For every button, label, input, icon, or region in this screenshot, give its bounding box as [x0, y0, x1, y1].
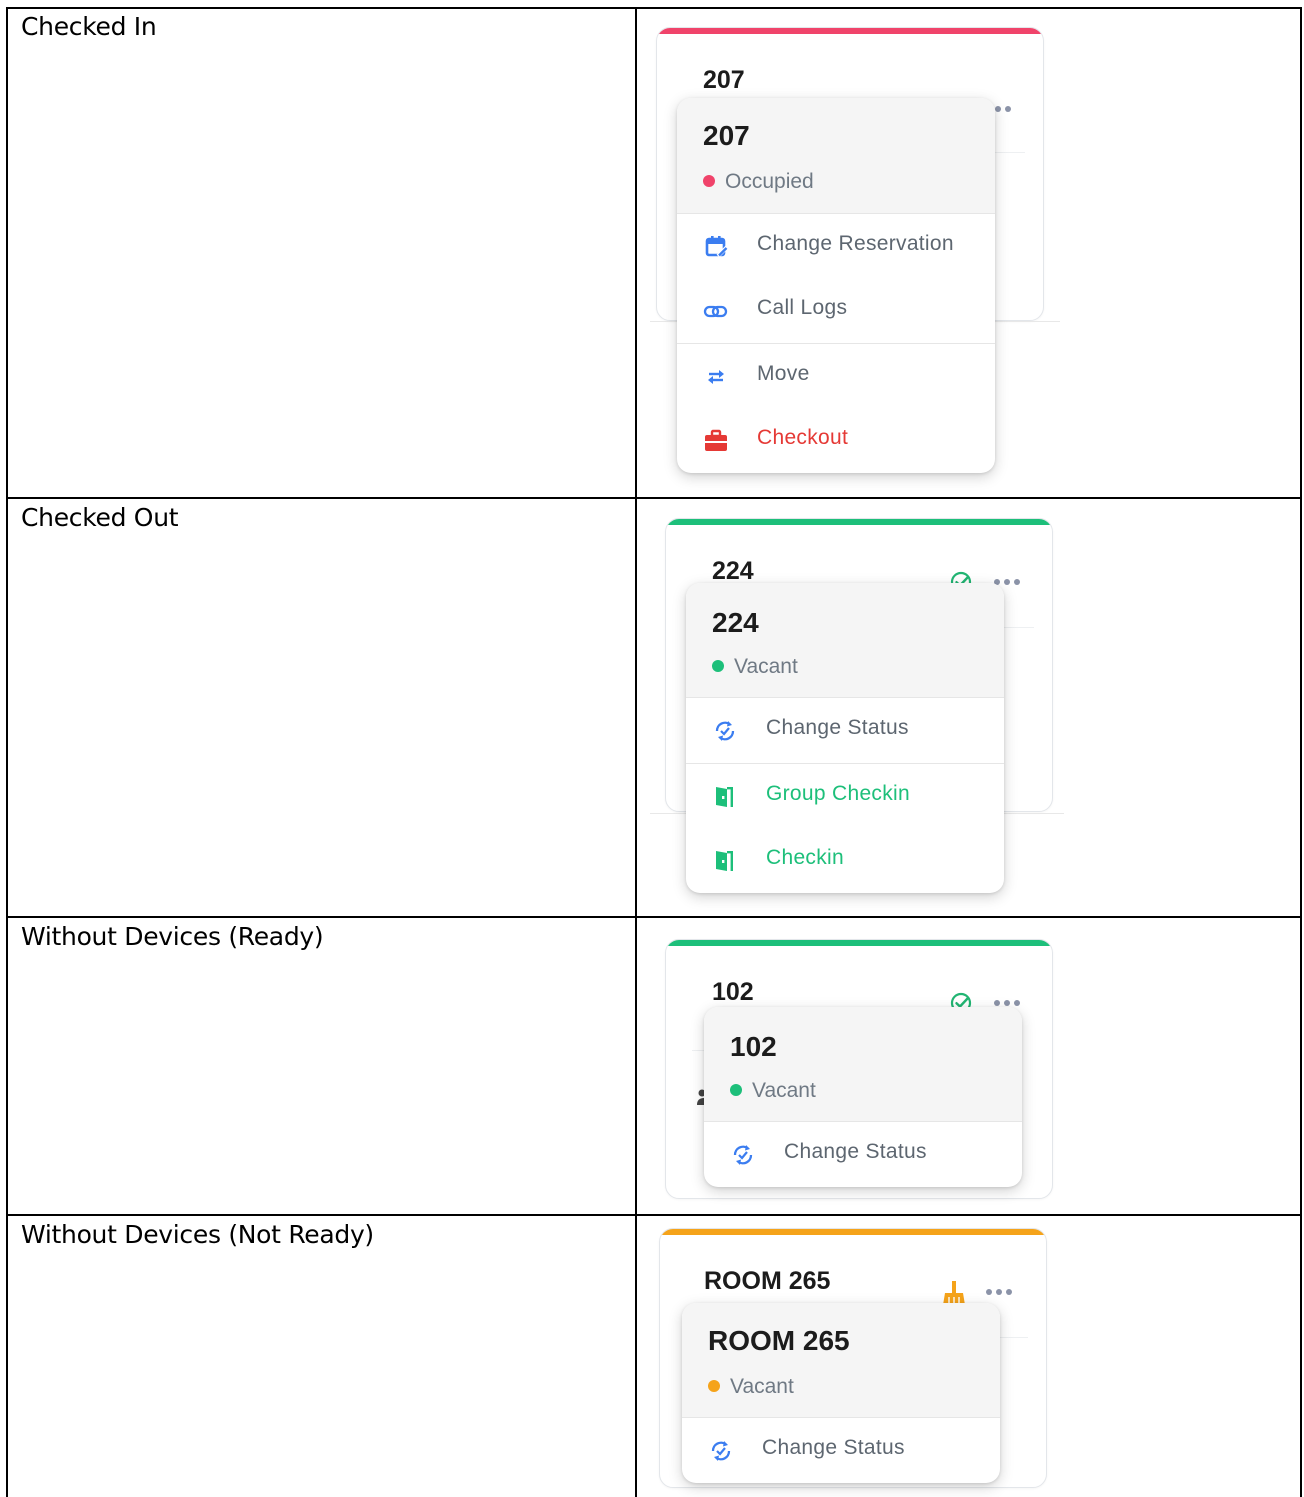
- card-accent-bar: [657, 28, 1043, 34]
- swap-arrows-icon: [708, 370, 724, 384]
- table-border-left: [6, 7, 8, 1497]
- menu-item-change-reservation[interactable]: Change Reservation: [677, 214, 995, 278]
- menu-item-group-checkin[interactable]: Group Checkin: [686, 764, 1004, 828]
- menu-header: ROOM 265 Vacant: [682, 1303, 1000, 1418]
- menu-header: 102 Vacant: [704, 1007, 1022, 1122]
- room-status: Occupied: [703, 170, 814, 194]
- menu-item-label: Change Status: [762, 1436, 905, 1459]
- menu-header: 224 Vacant: [686, 583, 1004, 698]
- screenshot-snippet: 207 207 Occupied Change Reservation Call…: [650, 9, 1060, 497]
- table-row-divider: [6, 1214, 1302, 1216]
- menu-item-call-logs[interactable]: Call Logs: [677, 278, 995, 342]
- menu-item-label: Move: [757, 362, 810, 385]
- room-status-text: Occupied: [725, 170, 814, 193]
- room-status-text: Vacant: [730, 1375, 794, 1398]
- table-column-divider: [635, 7, 637, 1497]
- room-actions-menu: ROOM 265 Vacant Change Status: [682, 1303, 1000, 1483]
- table-row-divider: [6, 916, 1302, 918]
- menu-item-label: Checkin: [766, 846, 844, 869]
- door-icon: [716, 787, 733, 807]
- card-accent-bar: [666, 940, 1052, 946]
- more-options-icon[interactable]: [984, 1287, 1016, 1297]
- room-actions-menu: 207 Occupied Change Reservation Call Log…: [677, 98, 995, 473]
- room-actions-menu: 224 Vacant Change Status Group Checkin C…: [686, 583, 1004, 893]
- card-room-number: 102: [712, 978, 754, 1006]
- link-icon: [703, 305, 728, 318]
- row-label: Checked Out: [21, 503, 179, 532]
- row-label: Without Devices (Ready): [21, 922, 324, 951]
- refresh-check-icon: [711, 1441, 731, 1461]
- row-label: Without Devices (Not Ready): [21, 1220, 374, 1249]
- refresh-check-icon: [715, 721, 735, 741]
- menu-item-label: Change Status: [784, 1140, 927, 1163]
- card-room-number: 224: [712, 557, 754, 585]
- card-room-number: ROOM 265: [704, 1267, 831, 1295]
- menu-item-label: Change Status: [766, 716, 909, 739]
- screenshot-snippet: 224 224 Vacant Change Status Group Check…: [650, 500, 1064, 916]
- menu-item-change-status[interactable]: Change Status: [704, 1122, 1022, 1186]
- menu-item-label: Change Reservation: [757, 232, 954, 255]
- door-icon: [716, 851, 733, 871]
- room-status-text: Vacant: [734, 655, 798, 678]
- menu-room-number: 224: [712, 607, 759, 638]
- card-accent-bar: [660, 1229, 1046, 1235]
- refresh-check-icon: [733, 1145, 753, 1165]
- menu-item-checkout[interactable]: Checkout: [677, 408, 995, 472]
- room-status: Vacant: [730, 1079, 816, 1103]
- status-dot: [703, 175, 715, 187]
- room-status: Vacant: [708, 1375, 794, 1399]
- menu-room-number: ROOM 265: [708, 1325, 850, 1356]
- room-actions-menu: 102 Vacant Change Status: [704, 1007, 1022, 1187]
- menu-item-change-status[interactable]: Change Status: [686, 698, 1004, 762]
- menu-item-label: Checkout: [757, 426, 849, 449]
- menu-header: 207 Occupied: [677, 98, 995, 214]
- card-room-number: 207: [703, 66, 745, 94]
- status-dot: [730, 1084, 742, 1096]
- table-border-right: [1300, 7, 1302, 1497]
- room-status-text: Vacant: [752, 1079, 816, 1102]
- menu-item-move[interactable]: Move: [677, 344, 995, 408]
- menu-item-change-status[interactable]: Change Status: [682, 1418, 1000, 1482]
- screenshot-snippet: ROOM 265 ROOM 265 Vacant Change Status: [650, 1217, 1060, 1497]
- room-status: Vacant: [712, 655, 798, 679]
- menu-room-number: 207: [703, 120, 750, 151]
- briefcase-icon: [705, 429, 727, 451]
- menu-item-checkin[interactable]: Checkin: [686, 828, 1004, 892]
- status-dot: [712, 660, 724, 672]
- calendar-edit-icon: [705, 236, 729, 258]
- row-label: Checked In: [21, 12, 157, 41]
- table-row-divider: [6, 497, 1302, 499]
- card-accent-bar: [666, 519, 1052, 525]
- screenshot-snippet: 102 102 Vacant Change Status: [650, 919, 1064, 1214]
- menu-item-label: Group Checkin: [766, 782, 910, 805]
- status-dot: [708, 1380, 720, 1392]
- menu-room-number: 102: [730, 1031, 777, 1062]
- menu-item-label: Call Logs: [757, 296, 848, 319]
